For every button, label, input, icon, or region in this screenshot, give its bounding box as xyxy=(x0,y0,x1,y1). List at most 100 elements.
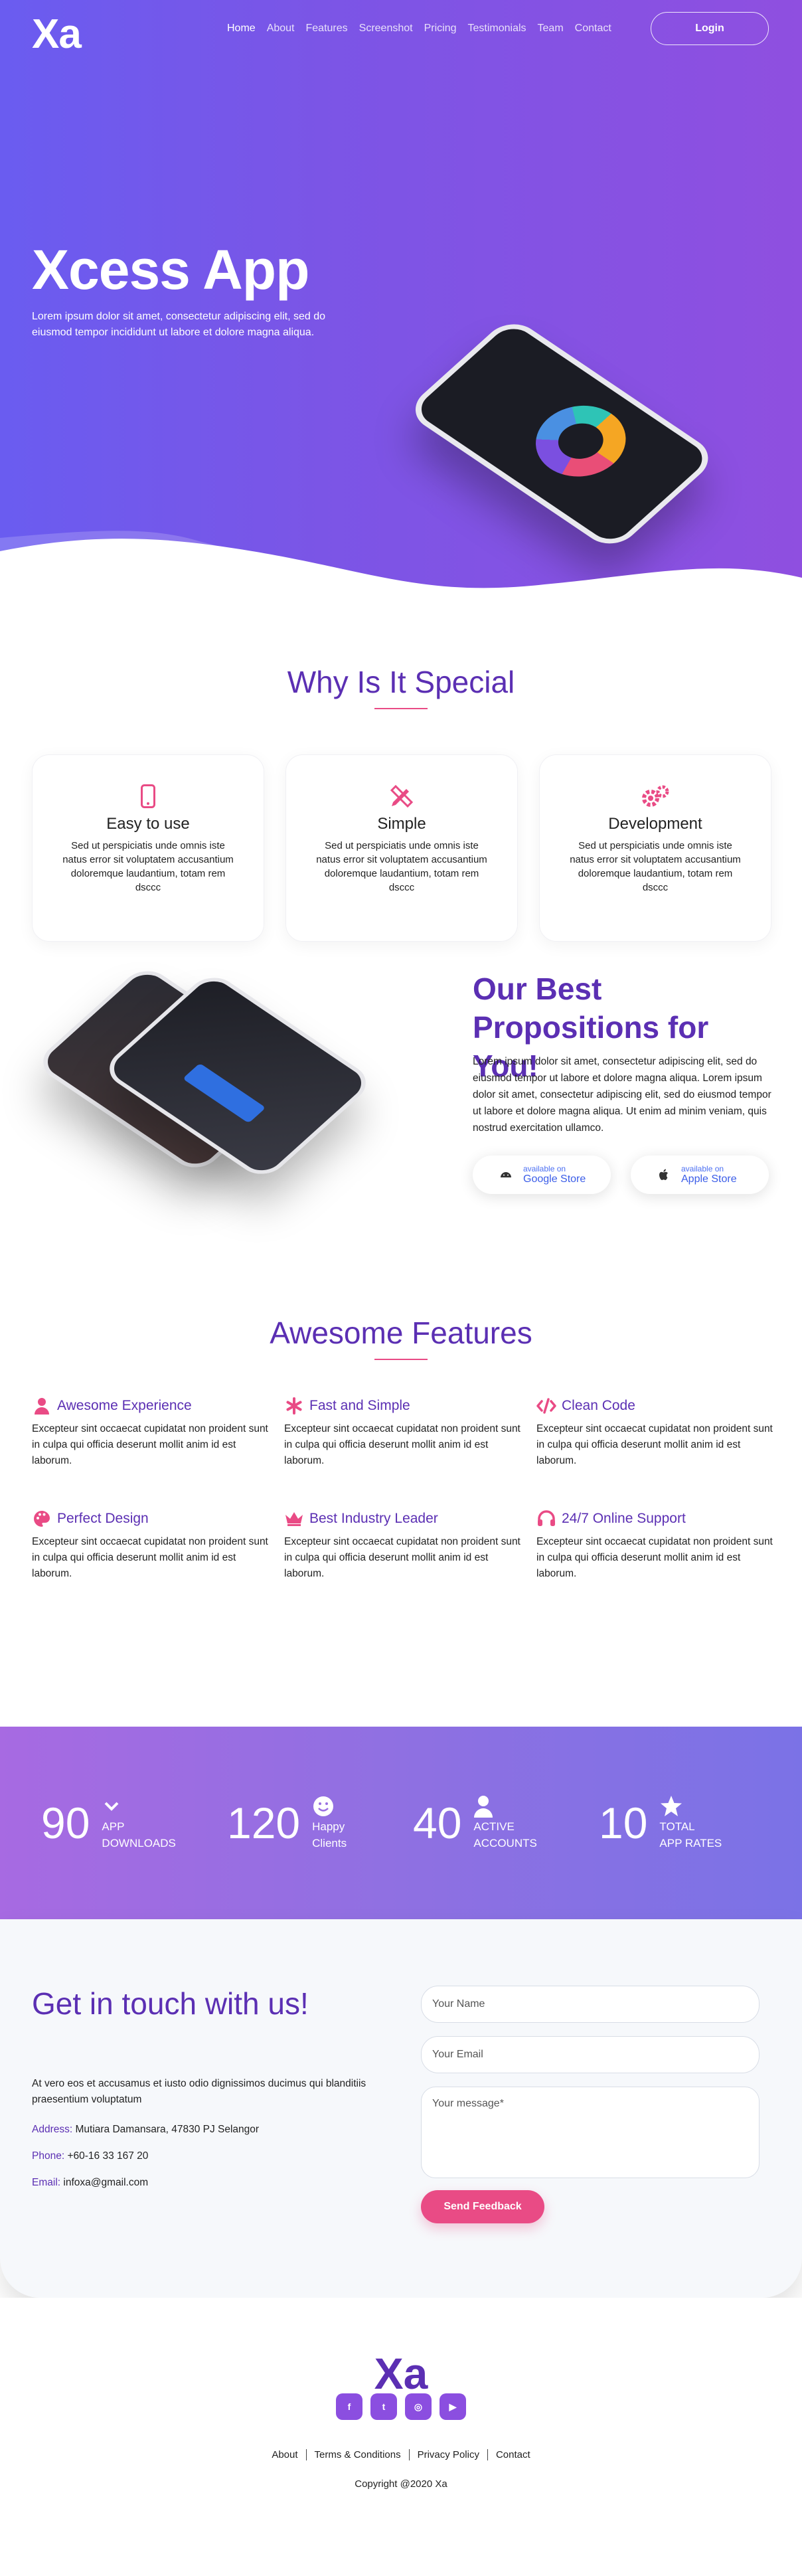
propositions-text: Lorem ipsum dolor sit amet, consectetur … xyxy=(473,1056,771,1134)
send-feedback-button[interactable]: Send Feedback xyxy=(421,2190,544,2223)
social-links: f t ◎ ▶ xyxy=(0,2393,802,2420)
feature-title: Perfect Design xyxy=(57,1511,149,1526)
contact-phone: Phone: +60-16 33 167 20 xyxy=(32,2150,148,2162)
android-icon xyxy=(501,1172,511,1177)
stat-value: 40 xyxy=(413,1798,462,1847)
message-textarea[interactable]: Your message* xyxy=(421,2087,760,2178)
crown-icon xyxy=(284,1509,304,1529)
gears-icon xyxy=(540,783,771,810)
feature-title: Clean Code xyxy=(562,1398,635,1413)
address-value: Mutiara Damansara, 47830 PJ Selangor xyxy=(75,2124,260,2135)
feature-title: 24/7 Online Support xyxy=(562,1511,686,1526)
footer-link-terms[interactable]: Terms & Conditions xyxy=(305,2449,409,2460)
nav-link-contact[interactable]: Contact xyxy=(575,23,611,35)
feature-item: Best Industry Leader Excepteur sint occa… xyxy=(284,1509,536,1582)
contact-address: Address: Mutiara Damansara, 47830 PJ Sel… xyxy=(32,2124,259,2136)
nav-link-features[interactable]: Features xyxy=(306,23,348,35)
phone-label: Phone: xyxy=(32,2150,65,2162)
contact-title: Get in touch with us! xyxy=(32,1986,309,2021)
app-screens-image xyxy=(32,963,404,1262)
store-label: Google Store xyxy=(523,1173,586,1185)
hero-wave xyxy=(0,531,802,598)
nav-link-testimonials[interactable]: Testimonials xyxy=(467,23,526,35)
hero-section: Xa Home About Features Screenshot Pricin… xyxy=(0,0,802,598)
instagram-icon[interactable]: ◎ xyxy=(405,2393,432,2420)
stats-section: 90 APP DOWNLOADS 120 Happy Clients 40 AC… xyxy=(0,1727,802,1919)
stat-item: 40 ACTIVE ACCOUNTS xyxy=(413,1727,537,1919)
headset-icon xyxy=(536,1509,556,1529)
youtube-icon[interactable]: ▶ xyxy=(440,2393,466,2420)
login-button[interactable]: Login xyxy=(651,12,769,45)
nav-link-about[interactable]: About xyxy=(267,23,295,35)
site-logo[interactable]: Xa xyxy=(32,11,82,58)
feature-text: Excepteur sint occaecat cupidatat non pr… xyxy=(536,1423,773,1466)
feature-item: Perfect Design Excepteur sint occaecat c… xyxy=(32,1509,284,1582)
stat-label-line2: APP RATES xyxy=(659,1837,722,1849)
user-icon xyxy=(32,1396,52,1416)
feature-text: Excepteur sint occaecat cupidatat non pr… xyxy=(284,1423,521,1466)
hero-text: Lorem ipsum dolor sit amet, consectetur … xyxy=(32,311,325,338)
card-text: Sed ut perspiciatis unde omnis iste natu… xyxy=(570,840,741,893)
card-title: Simple xyxy=(377,815,426,833)
asterisk-icon xyxy=(284,1396,304,1416)
section-title: Awesome Features xyxy=(270,1316,532,1350)
stat-item: 10 TOTAL APP RATES xyxy=(599,1727,722,1919)
store-caption: available on xyxy=(681,1164,724,1173)
apple-icon xyxy=(659,1169,668,1180)
phone-value: +60-16 33 167 20 xyxy=(67,2150,149,2162)
footer-link-contact[interactable]: Contact xyxy=(487,2449,538,2460)
facebook-icon[interactable]: f xyxy=(336,2393,362,2420)
card-text: Sed ut perspiciatis unde omnis iste natu… xyxy=(62,840,234,893)
star-icon xyxy=(661,1796,682,1816)
stat-label-line2: DOWNLOADS xyxy=(102,1837,176,1849)
stat-label-line1: TOTAL xyxy=(659,1820,695,1833)
name-input[interactable]: Your Name xyxy=(421,1986,760,2023)
navbar: Xa Home About Features Screenshot Pricin… xyxy=(0,0,802,60)
nav-menu: Home About Features Screenshot Pricing T… xyxy=(227,23,623,35)
stat-label-line1: APP xyxy=(102,1820,125,1833)
contact-section: Get in touch with us! At vero eos et acc… xyxy=(0,1919,802,2298)
stat-label-line2: ACCOUNTS xyxy=(473,1837,537,1849)
email-input[interactable]: Your Email xyxy=(421,2036,760,2073)
footer-link-privacy[interactable]: Privacy Policy xyxy=(408,2449,487,2460)
nav-link-screenshot[interactable]: Screenshot xyxy=(359,23,413,35)
mobile-icon xyxy=(33,783,264,810)
feature-card: Simple Sed ut perspiciatis unde omnis is… xyxy=(285,754,518,942)
feature-item: Clean Code Excepteur sint occaecat cupid… xyxy=(536,1396,789,1469)
apple-store-button[interactable]: available on Apple Store xyxy=(631,1156,769,1194)
card-title: Easy to use xyxy=(106,815,190,833)
footer-logo[interactable]: Xa xyxy=(0,2348,802,2399)
copyright: Copyright @2020 Xa xyxy=(355,2478,447,2490)
palette-icon xyxy=(32,1509,52,1529)
hero-title: Xcess App xyxy=(32,238,309,301)
email-value: infoxa@gmail.com xyxy=(63,2177,149,2188)
smile-icon xyxy=(313,1796,334,1816)
contact-email: Email: infoxa@gmail.com xyxy=(32,2177,148,2189)
feature-card: Easy to use Sed ut perspiciatis unde omn… xyxy=(32,754,264,942)
feature-title: Best Industry Leader xyxy=(309,1511,438,1526)
footer-link-about[interactable]: About xyxy=(264,2449,305,2460)
email-label: Email: xyxy=(32,2177,61,2188)
nav-link-pricing[interactable]: Pricing xyxy=(424,23,457,35)
nav-link-home[interactable]: Home xyxy=(227,23,256,35)
store-caption: available on xyxy=(523,1164,566,1173)
google-store-button[interactable]: available on Google Store xyxy=(473,1156,611,1194)
why-special-section: Why Is It Special Easy to use Sed ut per… xyxy=(0,598,802,942)
feature-item: Awesome Experience Excepteur sint occaec… xyxy=(32,1396,284,1469)
features-section: Awesome Features Awesome Experience Exce… xyxy=(0,1282,802,1727)
donut-chart-graphic xyxy=(517,391,645,491)
feature-title: Awesome Experience xyxy=(57,1398,192,1413)
twitter-icon[interactable]: t xyxy=(370,2393,397,2420)
title-underline xyxy=(374,708,428,709)
nav-link-team[interactable]: Team xyxy=(538,23,564,35)
stat-value: 90 xyxy=(41,1798,90,1847)
contact-text: At vero eos et accusamus et iusto odio d… xyxy=(32,2078,366,2105)
feature-text: Excepteur sint occaecat cupidatat non pr… xyxy=(32,1536,268,1579)
feature-title: Fast and Simple xyxy=(309,1398,410,1413)
feature-text: Excepteur sint occaecat cupidatat non pr… xyxy=(284,1536,521,1579)
propositions-section: Our Best Propositions for You! Lorem ips… xyxy=(0,930,802,1282)
chevron-down-icon xyxy=(105,1802,119,1811)
section-title: Why Is It Special xyxy=(287,665,515,699)
stat-item: 90 APP DOWNLOADS xyxy=(41,1727,176,1919)
feature-text: Excepteur sint occaecat cupidatat non pr… xyxy=(536,1536,773,1579)
